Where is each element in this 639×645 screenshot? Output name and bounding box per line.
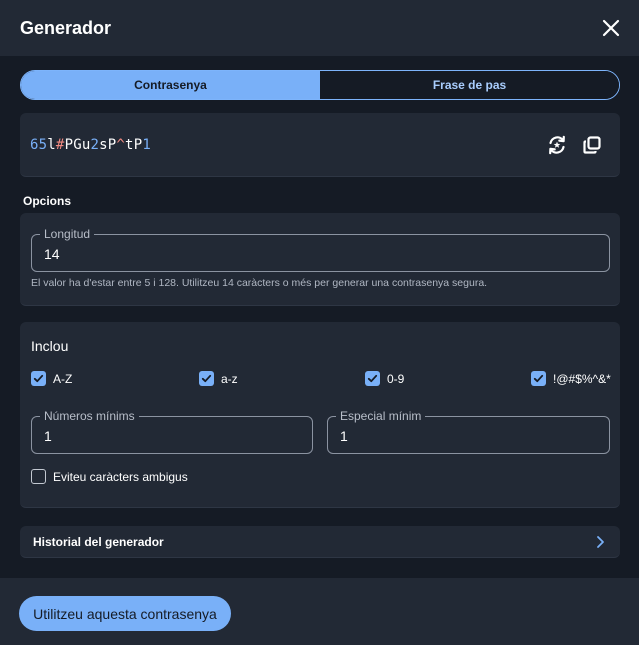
checkbox-checked[interactable] [531, 371, 546, 386]
password-char: 2 [90, 137, 100, 153]
avoid-ambiguous-checkbox[interactable]: Eviteu caràcters ambigus [31, 469, 188, 484]
dialog-header: Generador [0, 0, 639, 56]
check-icon [367, 374, 378, 383]
generator-type-toggle: Contrasenya Frase de pas [20, 70, 620, 100]
avoid-ambiguous-label: Eviteu caràcters ambigus [53, 469, 188, 484]
checkbox-checked[interactable] [365, 371, 380, 386]
min-special-field[interactable]: Especial mínim 1 [327, 409, 610, 454]
password-char: 1 [142, 137, 151, 153]
close-icon [602, 19, 620, 37]
tab-password[interactable]: Contrasenya [21, 71, 320, 99]
password-char: l [47, 137, 56, 153]
include-card: Inclou A-Z a-z 0-9 !@#$%^&* Números míni… [20, 322, 620, 508]
password-char: P [107, 137, 117, 153]
regenerate-icon [549, 135, 565, 155]
password-char: 5 [38, 137, 48, 153]
min-numbers-value[interactable]: 1 [44, 428, 52, 444]
password-char: # [55, 137, 65, 153]
password-char: 6 [30, 137, 39, 153]
check-icon [201, 374, 212, 383]
generated-password-card: 6 5 l # P Gu 2 s P ^ t P 1 [20, 113, 620, 177]
include-title: Inclou [31, 338, 69, 354]
generated-password: 6 5 l # P Gu 2 s P ^ t P 1 [30, 113, 151, 177]
uppercase-checkbox[interactable]: A-Z [31, 371, 72, 386]
length-value[interactable]: 14 [44, 246, 60, 262]
password-char: G [73, 137, 82, 153]
min-special-label: Especial mínim [336, 409, 426, 423]
uppercase-label: A-Z [53, 371, 73, 386]
lowercase-label: a-z [221, 371, 238, 386]
password-char: P [64, 137, 74, 153]
close-button[interactable] [595, 12, 627, 44]
use-password-button[interactable]: Utilitzeu aquesta contrasenya [19, 596, 231, 631]
regenerate-button[interactable] [546, 134, 568, 156]
chevron-right-icon [597, 536, 604, 548]
checkbox-checked[interactable] [31, 371, 46, 386]
checkbox-checked[interactable] [199, 371, 214, 386]
length-card: Longitud 14 El valor ha d'estar entre 5 … [20, 213, 620, 306]
password-char: ^ [116, 137, 126, 153]
password-char: t [125, 137, 134, 153]
special-checkbox[interactable]: !@#$%^&* [531, 371, 611, 386]
lowercase-checkbox[interactable]: a-z [199, 371, 238, 386]
copy-icon [583, 136, 601, 154]
dialog-title: Generador [20, 17, 112, 38]
password-char: P [133, 137, 143, 153]
password-char: s [99, 137, 108, 153]
dialog-footer: Utilitzeu aquesta contrasenya [0, 578, 639, 645]
min-special-value[interactable]: 1 [340, 428, 348, 444]
check-icon [33, 374, 44, 383]
generator-history-row[interactable]: Historial del generador [20, 526, 620, 558]
numbers-label: 0-9 [387, 371, 405, 386]
special-label: !@#$%^&* [553, 371, 611, 386]
length-hint: El valor ha d'estar entre 5 i 128. Utili… [31, 277, 488, 289]
min-numbers-field[interactable]: Números mínims 1 [31, 409, 313, 454]
tab-passphrase[interactable]: Frase de pas [320, 71, 619, 99]
min-numbers-label: Números mínims [40, 409, 139, 423]
generator-history-label: Historial del generador [33, 535, 164, 549]
options-section-label: Opcions [23, 194, 72, 208]
numbers-checkbox[interactable]: 0-9 [365, 371, 404, 386]
length-field[interactable]: Longitud 14 [31, 227, 610, 272]
checkbox-unchecked[interactable] [31, 469, 46, 484]
check-icon [533, 374, 544, 383]
length-label: Longitud [40, 227, 95, 241]
copy-button[interactable] [581, 134, 603, 156]
password-char: u [81, 137, 91, 153]
